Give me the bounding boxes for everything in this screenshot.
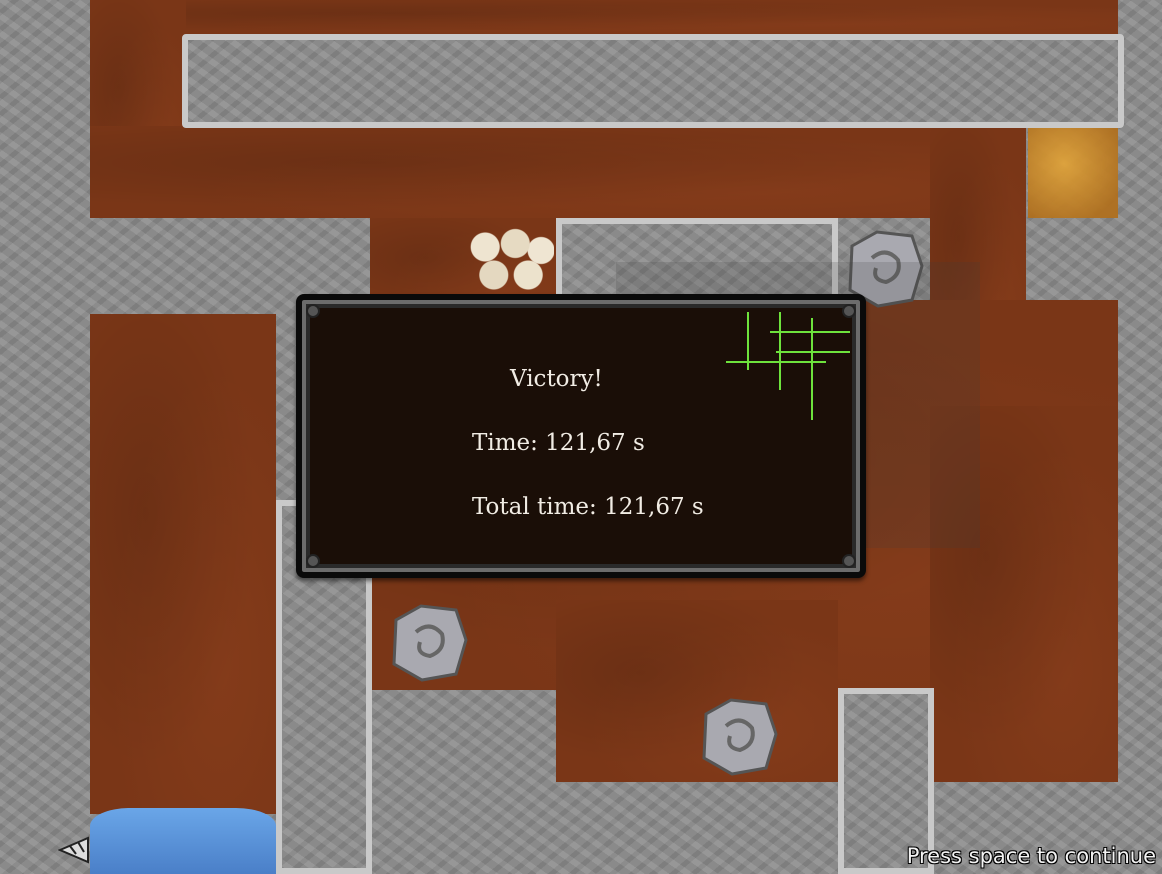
dirt-tunnel-top (90, 0, 1118, 34)
drill-icon (58, 836, 89, 864)
water-icon (90, 808, 276, 874)
dirt-tunnel-left-lower (90, 314, 276, 814)
stone-island-edge (182, 34, 1124, 128)
bolt-icon (306, 554, 320, 568)
bolt-icon (306, 304, 320, 318)
boulder-icon (702, 698, 778, 776)
total-time-label: Total time: 121,67 s (472, 494, 704, 520)
gold-ore-icon (1028, 128, 1118, 218)
grid-overlay (726, 312, 850, 420)
bolt-icon (842, 554, 856, 568)
time-label: Time: 121,67 s (472, 430, 645, 456)
boulder-icon (392, 604, 468, 682)
continue-hint: Press space to continue (906, 844, 1156, 868)
dirt-tunnel-middle (90, 126, 1026, 218)
victory-title: Victory! (510, 366, 603, 392)
gravel-icon (468, 226, 554, 296)
